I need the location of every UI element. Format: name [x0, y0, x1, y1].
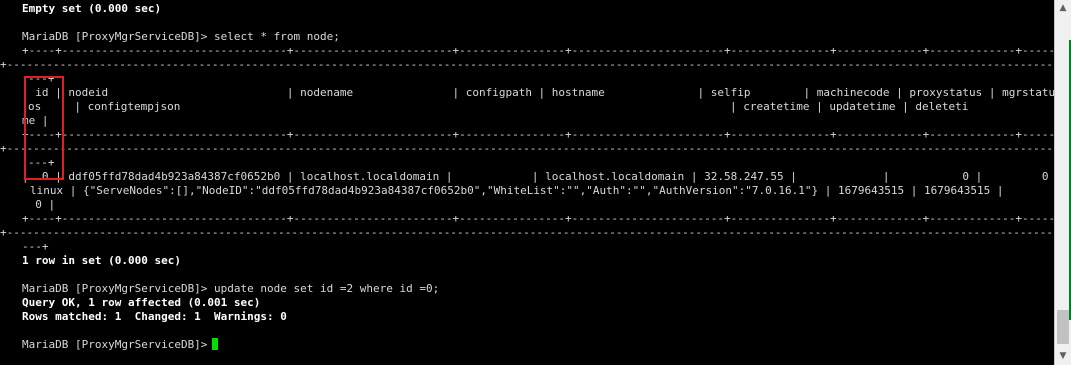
terminal-line: | id | nodeid | nodename | configpath | … [22, 86, 1054, 99]
scrollbar-thumb[interactable] [1057, 310, 1069, 344]
terminal-prompt[interactable]: MariaDB [ProxyMgrServiceDB]> [22, 338, 214, 352]
scroll-down-icon[interactable]: ▼ [1057, 350, 1069, 362]
terminal-line: 1 row in set (0.000 sec) [22, 254, 181, 267]
text-cursor [212, 338, 218, 350]
terminal-line: Rows matched: 1 Changed: 1 Warnings: 0 [22, 310, 287, 323]
terminal-line: os | configtempjson | createtime | updat… [28, 100, 969, 113]
terminal-line: | 0 | ddf05ffd78dad4b923a84387cf0652b0 |… [22, 170, 1054, 183]
terminal-line: MariaDB [ProxyMgrServiceDB]> select * fr… [22, 30, 340, 43]
terminal-line: +---------------------------------------… [0, 142, 1054, 155]
highlight-box [24, 76, 64, 180]
terminal-line: +---------------------------------------… [0, 58, 1054, 71]
terminal-line: +----+----------------------------------… [22, 128, 1054, 141]
terminal-line: ---+ [22, 240, 49, 253]
terminal-line: Query OK, 1 row affected (0.001 sec) [22, 296, 261, 309]
terminal-line: Empty set (0.000 sec) [22, 2, 162, 15]
scroll-up-icon[interactable]: ▲ [1057, 2, 1069, 14]
terminal-line: 0 | [22, 198, 56, 211]
terminal-window[interactable]: Empty set (0.000 sec) MariaDB [ProxyMgrS… [0, 0, 1054, 365]
terminal-line: +---------------------------------------… [0, 226, 1054, 239]
terminal-line: linux | {"ServeNodes":[],"NodeID":"ddf05… [30, 184, 1004, 197]
terminal-line: +----+----------------------------------… [22, 44, 1054, 57]
terminal-line: +----+----------------------------------… [22, 212, 1054, 225]
terminal-line: MariaDB [ProxyMgrServiceDB]> update node… [22, 282, 440, 295]
